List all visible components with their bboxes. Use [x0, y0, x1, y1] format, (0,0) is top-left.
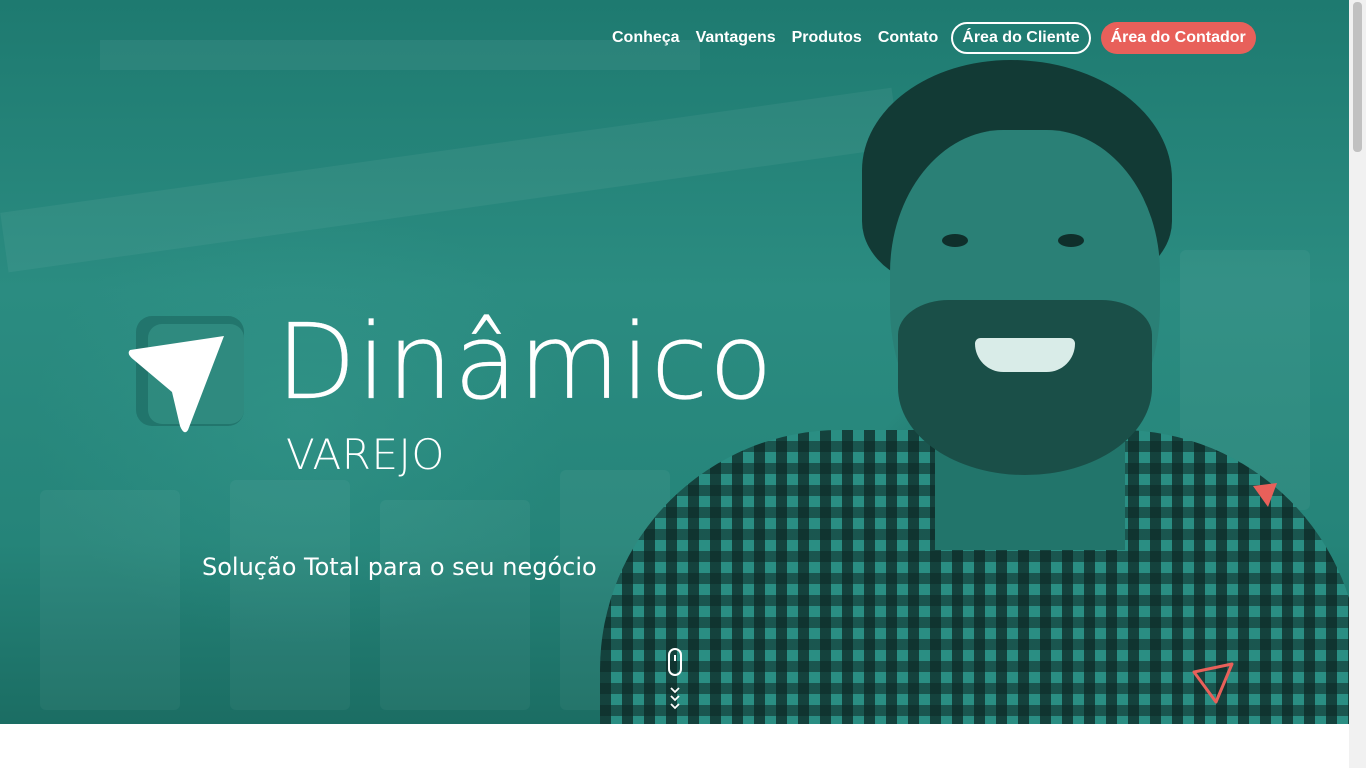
person-eye — [1058, 234, 1084, 247]
scrollbar-thumb[interactable] — [1353, 2, 1362, 152]
client-area-button[interactable]: Área do Cliente — [951, 22, 1091, 54]
paper-plane-logo-icon — [128, 316, 244, 433]
hero-section: Conheça Vantagens Produtos Contato Área … — [0, 0, 1349, 724]
mouse-scroll-icon[interactable] — [664, 648, 686, 714]
nav-link-produtos[interactable]: Produtos — [792, 29, 862, 47]
coral-triangle-outline-icon — [1192, 662, 1234, 704]
content-below-hero — [0, 724, 1349, 768]
top-nav: Conheça Vantagens Produtos Contato Área … — [604, 22, 1256, 54]
background-shelf — [40, 490, 180, 710]
nav-link-conheca[interactable]: Conheça — [612, 29, 680, 47]
accountant-area-button[interactable]: Área do Contador — [1100, 22, 1256, 54]
nav-link-vantagens[interactable]: Vantagens — [696, 29, 776, 47]
coral-triangle-icon — [1253, 483, 1277, 507]
person-smile — [975, 338, 1075, 372]
brand-name: Dinâmico — [276, 301, 774, 423]
background-shelf — [230, 480, 350, 710]
page-scrollbar[interactable] — [1349, 0, 1366, 768]
background-shelf — [380, 500, 530, 710]
person-beard — [898, 300, 1152, 475]
person-eye — [942, 234, 968, 247]
nav-link-contato[interactable]: Contato — [878, 29, 938, 47]
hero-tagline: Solução Total para o seu negócio — [202, 553, 597, 581]
background-beam — [0, 87, 900, 273]
brand-subtitle: VAREJO — [286, 430, 445, 479]
